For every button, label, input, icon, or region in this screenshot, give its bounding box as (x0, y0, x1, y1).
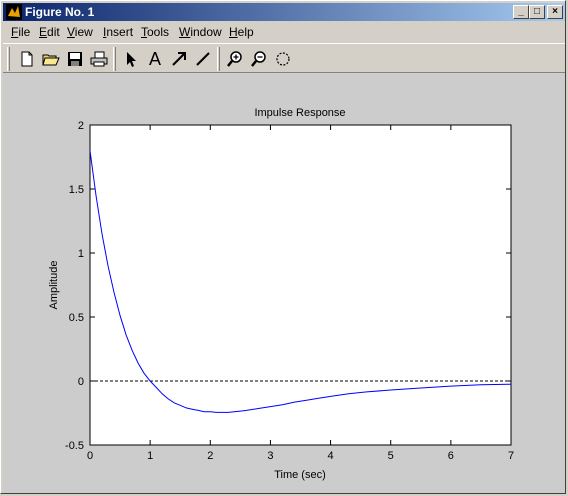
zoom-in-icon[interactable] (225, 49, 245, 69)
plot-area (89, 124, 512, 446)
x-tick-label: 4 (328, 450, 334, 462)
maximize-button[interactable]: □ (529, 5, 545, 19)
impulse-response-chart: Impulse Response Time (sec) Amplitude 0 1… (48, 107, 514, 481)
menu-tools-rest: ools (147, 25, 170, 39)
menu-tools[interactable]: Tools (141, 25, 169, 39)
close-button[interactable]: × (547, 5, 563, 19)
arrow-draw-icon[interactable] (169, 49, 189, 69)
new-file-icon[interactable] (17, 49, 37, 69)
y-axis-label: Amplitude (48, 261, 60, 310)
toolbar-separator (217, 47, 220, 71)
y-tick-label: 0.5 (69, 312, 84, 324)
toolbar: A (3, 43, 565, 73)
x-tick-label: 1 (147, 450, 153, 462)
menu-window[interactable]: Window (179, 25, 222, 39)
menu-view-rest: iew (74, 25, 93, 39)
x-tick-label: 7 (508, 450, 514, 462)
matlab-logo-icon (6, 4, 22, 20)
menu-view-mnemonic: V (67, 25, 75, 39)
menu-bar: File Edit View Insert Tools Window Help (3, 23, 565, 42)
menu-insert-rest: nsert (106, 25, 134, 39)
toolbar-grip[interactable] (7, 47, 10, 71)
figure-window: Figure No. 1 _ □ × File Edit View Insert… (0, 0, 566, 494)
y-tick-label: -0.5 (65, 440, 84, 452)
x-tick-label: 0 (87, 450, 93, 462)
y-tick-label: 0 (78, 376, 84, 388)
menu-window-rest: indow (190, 25, 222, 39)
window-title: Figure No. 1 (25, 5, 95, 19)
arrow-select-icon[interactable] (121, 49, 141, 69)
menu-help-mnemonic: H (229, 25, 238, 39)
menu-window-mnemonic: W (179, 25, 191, 39)
title-bar[interactable]: Figure No. 1 _ □ × (3, 3, 565, 21)
zoom-out-icon[interactable] (249, 49, 269, 69)
menu-help[interactable]: Help (229, 25, 254, 39)
menu-edit-rest: dit (47, 25, 60, 39)
open-folder-icon[interactable] (41, 49, 61, 69)
menu-file[interactable]: File (11, 25, 30, 39)
toolbar-separator (113, 47, 116, 71)
menu-view[interactable]: View (67, 25, 93, 39)
chart-title: Impulse Response (254, 107, 345, 119)
print-icon[interactable] (89, 49, 109, 69)
menu-edit-mnemonic: E (39, 25, 48, 39)
text-icon[interactable]: A (145, 49, 165, 69)
menu-file-rest: ile (18, 25, 31, 39)
y-tick-label: 1 (78, 248, 84, 260)
menu-help-rest: elp (237, 25, 254, 39)
y-tick-label: 1.5 (69, 184, 84, 196)
rotate-icon[interactable] (273, 49, 293, 69)
y-tick-label: 2 (78, 120, 84, 132)
menu-insert[interactable]: Insert (103, 25, 133, 39)
figure-canvas[interactable]: Impulse Response Time (sec) Amplitude 0 1… (3, 74, 565, 493)
save-icon[interactable] (65, 49, 85, 69)
x-tick-label: 6 (448, 450, 454, 462)
x-tick-label: 3 (267, 450, 273, 462)
x-axis-label: Time (sec) (274, 469, 326, 481)
minimize-button[interactable]: _ (513, 5, 529, 19)
x-tick-label: 5 (388, 450, 394, 462)
x-tick-label: 2 (207, 450, 213, 462)
line-draw-icon[interactable] (193, 49, 213, 69)
menu-edit[interactable]: Edit (39, 25, 60, 39)
